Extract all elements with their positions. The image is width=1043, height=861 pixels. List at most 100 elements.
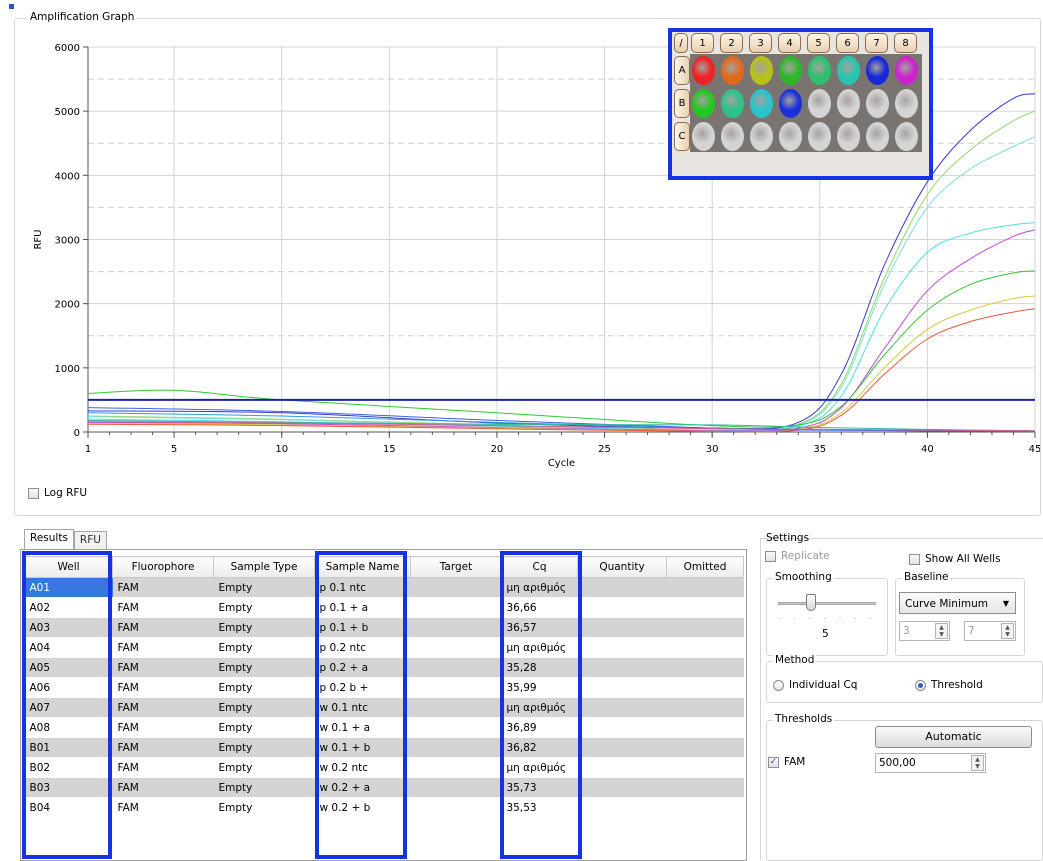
table-cell[interactable]: w 0.2 + b: [314, 797, 411, 818]
plate-well[interactable]: [895, 89, 918, 118]
table-cell[interactable]: [410, 637, 502, 658]
baseline-to-spinner[interactable]: 7 ▲ ▼: [964, 621, 1016, 641]
automatic-button[interactable]: Automatic: [875, 726, 1032, 748]
table-row[interactable]: B03 FAM Empty w 0.2 + a 35,73: [24, 777, 744, 798]
table-cell[interactable]: p 0.2 + a: [314, 657, 411, 678]
table-cell[interactable]: [666, 637, 744, 658]
table-cell[interactable]: A03: [24, 617, 113, 638]
plate-column-header[interactable]: 8: [894, 33, 917, 53]
column-header-well[interactable]: Well: [24, 556, 113, 578]
table-cell[interactable]: [577, 597, 667, 618]
table-cell[interactable]: [577, 677, 667, 698]
table-cell[interactable]: [410, 757, 502, 778]
method-threshold-option[interactable]: Threshold: [915, 679, 983, 691]
table-row[interactable]: B01 FAM Empty w 0.1 + b 36,82: [24, 737, 744, 758]
plate-map[interactable]: /1 2 3 4 5 6 7 8 A B C: [668, 28, 933, 180]
table-cell[interactable]: FAM: [112, 777, 214, 798]
plate-row-header[interactable]: C: [674, 122, 690, 151]
spin-arrows-icon[interactable]: ▲ ▼: [935, 623, 948, 639]
table-cell[interactable]: [577, 697, 667, 718]
table-cell[interactable]: A08: [24, 717, 113, 738]
plate-well[interactable]: [866, 56, 889, 85]
table-row[interactable]: A01 FAM Empty p 0.1 ntc μη αριθμός: [24, 577, 744, 598]
table-row[interactable]: A03 FAM Empty p 0.1 + b 36,57: [24, 617, 744, 638]
table-cell[interactable]: p 0.2 b +: [314, 677, 411, 698]
table-row[interactable]: A06 FAM Empty p 0.2 b + 35,99: [24, 677, 744, 698]
table-cell[interactable]: [410, 697, 502, 718]
table-cell[interactable]: [410, 577, 502, 598]
table-cell[interactable]: μη αριθμός: [501, 757, 578, 778]
column-header-cq[interactable]: Cq: [501, 556, 578, 578]
column-header-fluorophore[interactable]: Fluorophore: [112, 556, 214, 578]
table-cell[interactable]: 36,82: [501, 737, 578, 758]
table-cell[interactable]: Empty: [213, 677, 315, 698]
table-row[interactable]: A08 FAM Empty w 0.1 + a 36,89: [24, 717, 744, 738]
plate-well[interactable]: [721, 89, 744, 118]
table-cell[interactable]: μη αριθμός: [501, 697, 578, 718]
tab-rfu[interactable]: RFU: [73, 531, 107, 549]
plate-column-header[interactable]: 5: [807, 33, 830, 53]
table-cell[interactable]: p 0.2 ntc: [314, 637, 411, 658]
log-rfu-toggle[interactable]: Log RFU: [28, 487, 87, 499]
plate-well[interactable]: [721, 56, 744, 85]
column-header-sample-name[interactable]: Sample Name: [314, 556, 411, 578]
plate-well[interactable]: [866, 122, 889, 151]
tab-results[interactable]: Results: [24, 529, 74, 549]
table-cell[interactable]: p 0.1 + b: [314, 617, 411, 638]
table-cell[interactable]: [666, 757, 744, 778]
table-cell[interactable]: A04: [24, 637, 113, 658]
baseline-from-spinner[interactable]: 3 ▲ ▼: [899, 621, 950, 641]
table-cell[interactable]: [577, 717, 667, 738]
table-cell[interactable]: FAM: [112, 637, 214, 658]
table-cell[interactable]: Empty: [213, 717, 315, 738]
table-cell[interactable]: [666, 617, 744, 638]
table-cell[interactable]: [666, 697, 744, 718]
table-cell[interactable]: FAM: [112, 697, 214, 718]
plate-well[interactable]: [837, 89, 860, 118]
plate-column-header[interactable]: 4: [778, 33, 801, 53]
plate-well[interactable]: [837, 122, 860, 151]
table-cell[interactable]: A02: [24, 597, 113, 618]
baseline-select[interactable]: Curve Minimum ▼: [899, 592, 1016, 614]
spin-arrows-icon[interactable]: ▲ ▼: [971, 755, 984, 771]
plate-column-header[interactable]: 2: [720, 33, 743, 53]
plate-well[interactable]: [808, 89, 831, 118]
table-cell[interactable]: FAM: [112, 717, 214, 738]
table-cell[interactable]: FAM: [112, 797, 214, 818]
plate-well[interactable]: [779, 89, 802, 118]
table-cell[interactable]: [410, 597, 502, 618]
threshold-value-spinner[interactable]: 500,00 ▲ ▼: [875, 753, 986, 773]
table-cell[interactable]: 36,57: [501, 617, 578, 638]
table-cell[interactable]: FAM: [112, 577, 214, 598]
spin-arrows-icon[interactable]: ▲ ▼: [1001, 623, 1014, 639]
plate-column-header[interactable]: 7: [865, 33, 888, 53]
table-cell[interactable]: Empty: [213, 737, 315, 758]
table-cell[interactable]: [577, 617, 667, 638]
plate-well[interactable]: [866, 89, 889, 118]
table-cell[interactable]: [577, 757, 667, 778]
table-cell[interactable]: [410, 657, 502, 678]
table-cell[interactable]: [666, 597, 744, 618]
plate-well[interactable]: [779, 56, 802, 85]
table-cell[interactable]: Empty: [213, 697, 315, 718]
table-row[interactable]: A02 FAM Empty p 0.1 + a 36,66: [24, 597, 744, 618]
table-cell[interactable]: 35,99: [501, 677, 578, 698]
table-row[interactable]: A07 FAM Empty w 0.1 ntc μη αριθμός: [24, 697, 744, 718]
table-cell[interactable]: [410, 677, 502, 698]
table-cell[interactable]: p 0.1 ntc: [314, 577, 411, 598]
table-cell[interactable]: 36,89: [501, 717, 578, 738]
table-cell[interactable]: B02: [24, 757, 113, 778]
column-header-quantity[interactable]: Quantity: [577, 556, 667, 578]
plate-select-all[interactable]: /: [674, 33, 688, 53]
plate-well[interactable]: [692, 89, 715, 118]
table-cell[interactable]: 35,53: [501, 797, 578, 818]
column-header-sample-type[interactable]: Sample Type: [213, 556, 315, 578]
table-cell[interactable]: FAM: [112, 737, 214, 758]
table-row[interactable]: B02 FAM Empty w 0.2 ntc μη αριθμός: [24, 757, 744, 778]
table-cell[interactable]: FAM: [112, 757, 214, 778]
plate-well[interactable]: [837, 56, 860, 85]
show-all-wells-checkbox[interactable]: [909, 553, 920, 565]
table-cell[interactable]: A01: [24, 577, 113, 598]
table-cell[interactable]: Empty: [213, 597, 315, 618]
table-cell[interactable]: [410, 797, 502, 818]
